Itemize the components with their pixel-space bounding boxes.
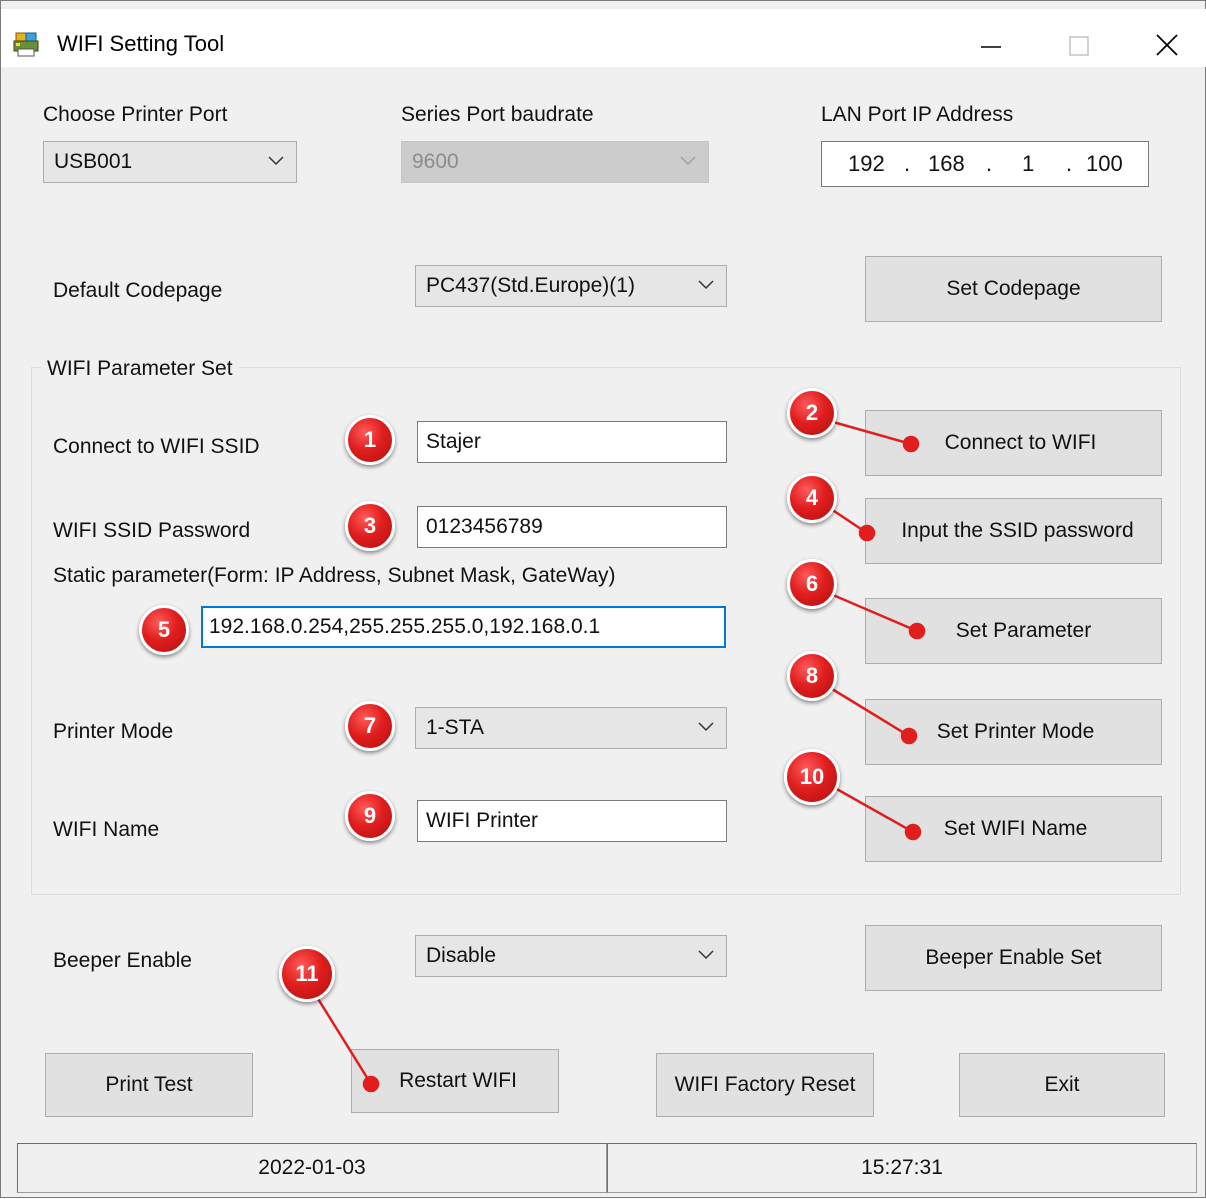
password-input[interactable]: 0123456789 <box>417 506 727 548</box>
static-parameter-label: Static parameter(Form: IP Address, Subne… <box>53 564 616 587</box>
set-wifi-name-label: Set WIFI Name <box>943 817 1088 840</box>
printer-mode-value: 1-STA <box>426 716 484 739</box>
restart-wifi-button[interactable]: Restart WIFI <box>351 1049 559 1113</box>
exit-button[interactable]: Exit <box>959 1053 1165 1117</box>
lan-ip-input[interactable]: 192 . 168 . 1 . 100 <box>821 141 1149 187</box>
ssid-value: Stajer <box>426 430 481 453</box>
printer-mode-select[interactable]: 1-STA <box>415 707 727 749</box>
badge-3: 3 <box>345 501 395 551</box>
password-value: 0123456789 <box>426 515 543 538</box>
static-parameter-value: 192.168.0.254,255.255.255.0,192.168.0.1 <box>209 615 601 638</box>
close-icon <box>1156 34 1178 56</box>
badge-11: 11 <box>279 946 335 1002</box>
baudrate-label: Series Port baudrate <box>401 103 594 126</box>
ip-dot: . <box>1066 151 1073 176</box>
set-parameter-label: Set Parameter <box>955 619 1092 642</box>
codepage-value: PC437(Std.Europe)(1) <box>426 274 635 297</box>
ip-dot: . <box>986 151 993 176</box>
printer-port-value: USB001 <box>54 150 133 173</box>
badge-2: 2 <box>787 388 837 438</box>
status-time: 15:27:31 <box>607 1143 1197 1193</box>
set-parameter-button[interactable]: Set Parameter <box>865 598 1162 664</box>
ssid-input[interactable]: Stajer <box>417 421 727 463</box>
codepage-label: Default Codepage <box>53 279 223 302</box>
title-bar: WIFI Setting Tool <box>1 9 1206 67</box>
codepage-select[interactable]: PC437(Std.Europe)(1) <box>415 265 727 307</box>
wifi-name-value: WIFI Printer <box>426 809 539 832</box>
beeper-label: Beeper Enable <box>53 949 192 972</box>
wifi-name-label: WIFI Name <box>53 818 160 841</box>
beeper-value: Disable <box>426 944 497 967</box>
static-parameter-input[interactable]: 192.168.0.254,255.255.255.0,192.168.0.1 <box>201 606 726 648</box>
ip-octet-4: 100 <box>1086 151 1123 176</box>
ip-octet-1: 192 <box>848 151 885 176</box>
ip-octet-3: 1 <box>1022 151 1035 176</box>
baudrate-select[interactable]: 9600 <box>401 141 709 183</box>
maximize-button[interactable] <box>1049 23 1109 67</box>
badge-10: 10 <box>784 749 840 805</box>
ip-dot: . <box>904 151 911 176</box>
restart-wifi-label: Restart WIFI <box>399 1069 517 1092</box>
badge-5: 5 <box>139 605 189 655</box>
ip-octet-2: 168 <box>928 151 965 176</box>
connect-wifi-label: Connect to WIFI <box>944 431 1097 454</box>
maximize-icon <box>1069 36 1089 56</box>
badge-7: 7 <box>345 701 395 751</box>
status-bar: 2022-01-03 15:27:31 <box>9 1143 1201 1195</box>
baudrate-value: 9600 <box>412 150 459 173</box>
close-button[interactable] <box>1137 23 1197 67</box>
lan-ip-label: LAN Port IP Address <box>821 103 1014 126</box>
chevron-down-icon <box>680 156 696 166</box>
connect-wifi-button[interactable]: Connect to WIFI <box>865 410 1162 476</box>
chevron-down-icon <box>698 950 714 960</box>
printer-mode-label: Printer Mode <box>53 720 174 743</box>
app-window: WIFI Setting Tool Choose Printer Port Se… <box>0 0 1206 1198</box>
badge-9: 9 <box>345 791 395 841</box>
beeper-select[interactable]: Disable <box>415 935 727 977</box>
input-password-button[interactable]: Input the SSID password <box>865 498 1162 564</box>
badge-4: 4 <box>787 473 837 523</box>
input-password-label: Input the SSID password <box>901 519 1134 542</box>
set-printer-mode-button[interactable]: Set Printer Mode <box>865 699 1162 765</box>
wifi-group-title: WIFI Parameter Set <box>41 357 239 381</box>
badge-8: 8 <box>787 651 837 701</box>
app-printer-icon <box>13 32 39 57</box>
ssid-label: Connect to WIFI SSID <box>53 435 260 458</box>
printer-port-select[interactable]: USB001 <box>43 141 297 183</box>
password-label: WIFI SSID Password <box>53 519 251 542</box>
minimize-icon <box>981 46 1001 48</box>
status-date: 2022-01-03 <box>17 1143 607 1193</box>
print-test-button[interactable]: Print Test <box>45 1053 253 1117</box>
set-wifi-name-button[interactable]: Set WIFI Name <box>865 796 1162 862</box>
badge-6: 6 <box>787 559 837 609</box>
printer-port-label: Choose Printer Port <box>43 103 228 126</box>
window-title: WIFI Setting Tool <box>57 31 225 56</box>
wifi-name-input[interactable]: WIFI Printer <box>417 800 727 842</box>
factory-reset-button[interactable]: WIFI Factory Reset <box>656 1053 874 1117</box>
chevron-down-icon <box>698 722 714 732</box>
set-codepage-button[interactable]: Set Codepage <box>865 256 1162 322</box>
beeper-enable-set-button[interactable]: Beeper Enable Set <box>865 925 1162 991</box>
set-printer-mode-label: Set Printer Mode <box>936 720 1095 743</box>
chevron-down-icon <box>268 156 284 166</box>
chevron-down-icon <box>698 280 714 290</box>
minimize-button[interactable] <box>961 23 1021 67</box>
badge-1: 1 <box>345 415 395 465</box>
